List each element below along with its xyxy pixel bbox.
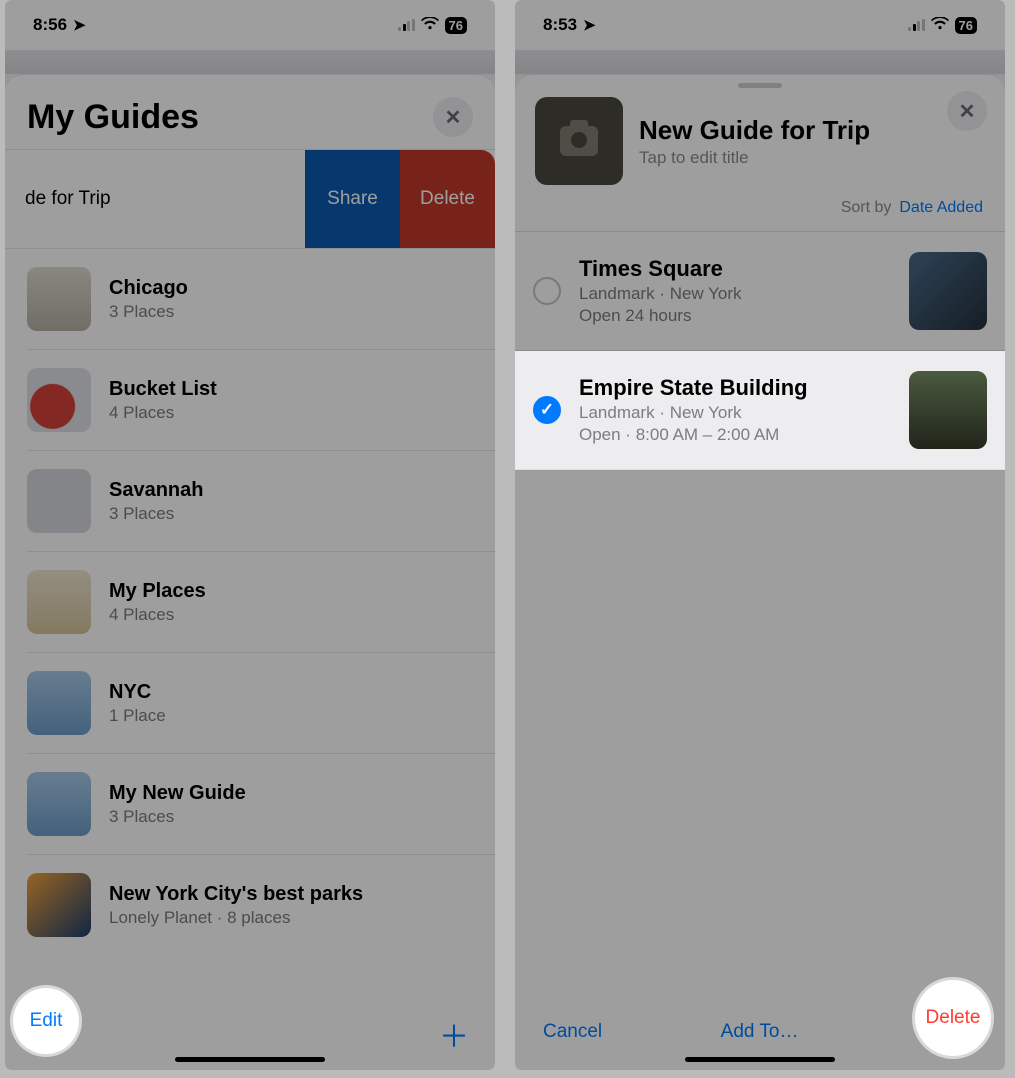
guide-subtitle: 1 Place bbox=[109, 706, 166, 726]
guide-title: New York City's best parks bbox=[109, 883, 363, 906]
battery-indicator: 76 bbox=[445, 17, 467, 34]
cellular-signal-icon bbox=[398, 19, 415, 31]
guide-subtitle: 3 Places bbox=[109, 504, 203, 524]
location-arrow-icon: ➤ bbox=[583, 16, 596, 34]
status-bar: 8:53 ➤ 76 bbox=[515, 0, 1005, 50]
sort-value: Date Added bbox=[899, 199, 983, 217]
guide-title: Savannah bbox=[109, 479, 203, 502]
place-thumbnail bbox=[909, 371, 987, 449]
battery-indicator: 76 bbox=[955, 17, 977, 34]
home-indicator[interactable] bbox=[175, 1057, 325, 1062]
guide-thumbnail bbox=[27, 368, 91, 432]
screen-guide-detail: 8:53 ➤ 76 New Guide for Trip Tap to edit… bbox=[515, 0, 1005, 1070]
guide-list: Chicago 3 Places Bucket List 4 Places Sa… bbox=[5, 249, 495, 955]
place-subtitle: Landmark · New York bbox=[579, 403, 891, 423]
sheet-backdrop bbox=[515, 50, 1005, 74]
close-button[interactable]: ✕ bbox=[433, 97, 473, 137]
delete-button[interactable]: Delete bbox=[915, 980, 991, 1056]
close-button[interactable]: ✕ bbox=[947, 91, 987, 131]
guide-subtitle: Lonely Planet · 8 places bbox=[109, 908, 363, 928]
guide-row-swiped[interactable]: de for Trip Share Delete bbox=[5, 149, 495, 249]
sort-label: Sort by bbox=[841, 199, 892, 217]
screen-my-guides: 8:56 ➤ 76 My Guides ✕ de for Trip bbox=[5, 0, 495, 1070]
sort-control[interactable]: Sort by Date Added bbox=[515, 195, 1005, 231]
status-time: 8:56 bbox=[33, 15, 67, 35]
sheet-backdrop bbox=[5, 50, 495, 74]
guide-thumbnail bbox=[27, 570, 91, 634]
place-subtitle: Landmark · New York bbox=[579, 284, 891, 304]
guide-row-swiped-title: de for Trip bbox=[25, 188, 111, 210]
place-list: Times Square Landmark · New York Open 24… bbox=[515, 231, 1005, 470]
home-indicator[interactable] bbox=[685, 1057, 835, 1062]
guide-title: Bucket List bbox=[109, 378, 217, 401]
guide-cover-button[interactable] bbox=[535, 97, 623, 185]
location-arrow-icon: ➤ bbox=[73, 16, 86, 34]
wifi-icon bbox=[931, 15, 949, 35]
select-radio-checked[interactable] bbox=[533, 396, 561, 424]
guide-thumbnail bbox=[27, 772, 91, 836]
guide-title: My New Guide bbox=[109, 782, 246, 805]
guide-row[interactable]: Savannah 3 Places bbox=[27, 451, 495, 552]
guide-row[interactable]: Bucket List 4 Places bbox=[27, 350, 495, 451]
guide-row[interactable]: My New Guide 3 Places bbox=[27, 754, 495, 855]
guide-subtitle: Tap to edit title bbox=[639, 148, 870, 168]
place-hours: Open 24 hours bbox=[579, 306, 891, 326]
wifi-icon bbox=[421, 15, 439, 35]
place-row-selected[interactable]: Empire State Building Landmark · New Yor… bbox=[515, 351, 1005, 470]
camera-icon bbox=[560, 126, 598, 156]
guide-thumbnail bbox=[27, 671, 91, 735]
guide-row[interactable]: New York City's best parks Lonely Planet… bbox=[27, 855, 495, 955]
add-to-button[interactable]: Add To… bbox=[721, 1021, 799, 1043]
guide-thumbnail bbox=[27, 267, 91, 331]
status-time: 8:53 bbox=[543, 15, 577, 35]
guide-title: NYC bbox=[109, 681, 166, 704]
guide-thumbnail bbox=[27, 469, 91, 533]
cellular-signal-icon bbox=[908, 19, 925, 31]
place-row[interactable]: Times Square Landmark · New York Open 24… bbox=[515, 232, 1005, 351]
guide-title: Chicago bbox=[109, 277, 188, 300]
guide-title[interactable]: New Guide for Trip bbox=[639, 115, 870, 146]
guide-row[interactable]: Chicago 3 Places bbox=[27, 249, 495, 350]
guide-subtitle: 4 Places bbox=[109, 403, 217, 423]
select-radio[interactable] bbox=[533, 277, 561, 305]
cancel-button[interactable]: Cancel bbox=[543, 1021, 602, 1043]
edit-button[interactable]: Edit bbox=[13, 988, 79, 1054]
guide-subtitle: 3 Places bbox=[109, 302, 188, 322]
swipe-share-button[interactable]: Share bbox=[305, 150, 400, 248]
guide-subtitle: 4 Places bbox=[109, 605, 206, 625]
place-thumbnail bbox=[909, 252, 987, 330]
status-bar: 8:56 ➤ 76 bbox=[5, 0, 495, 50]
swipe-delete-button[interactable]: Delete bbox=[400, 150, 495, 248]
guide-title: My Places bbox=[109, 580, 206, 603]
add-guide-button[interactable]: ＋ bbox=[439, 1012, 469, 1056]
close-icon: ✕ bbox=[445, 105, 462, 130]
place-title: Times Square bbox=[579, 256, 891, 282]
page-title: My Guides bbox=[27, 98, 199, 137]
place-title: Empire State Building bbox=[579, 375, 891, 401]
place-hours: Open · 8:00 AM – 2:00 AM bbox=[579, 425, 891, 445]
guide-row[interactable]: My Places 4 Places bbox=[27, 552, 495, 653]
guide-subtitle: 3 Places bbox=[109, 807, 246, 827]
my-guides-sheet: My Guides ✕ de for Trip Share Delete bbox=[5, 74, 495, 1070]
guide-row[interactable]: NYC 1 Place bbox=[27, 653, 495, 754]
close-icon: ✕ bbox=[959, 99, 976, 124]
guide-thumbnail bbox=[27, 873, 91, 937]
guide-detail-sheet: New Guide for Trip Tap to edit title ✕ S… bbox=[515, 74, 1005, 1070]
